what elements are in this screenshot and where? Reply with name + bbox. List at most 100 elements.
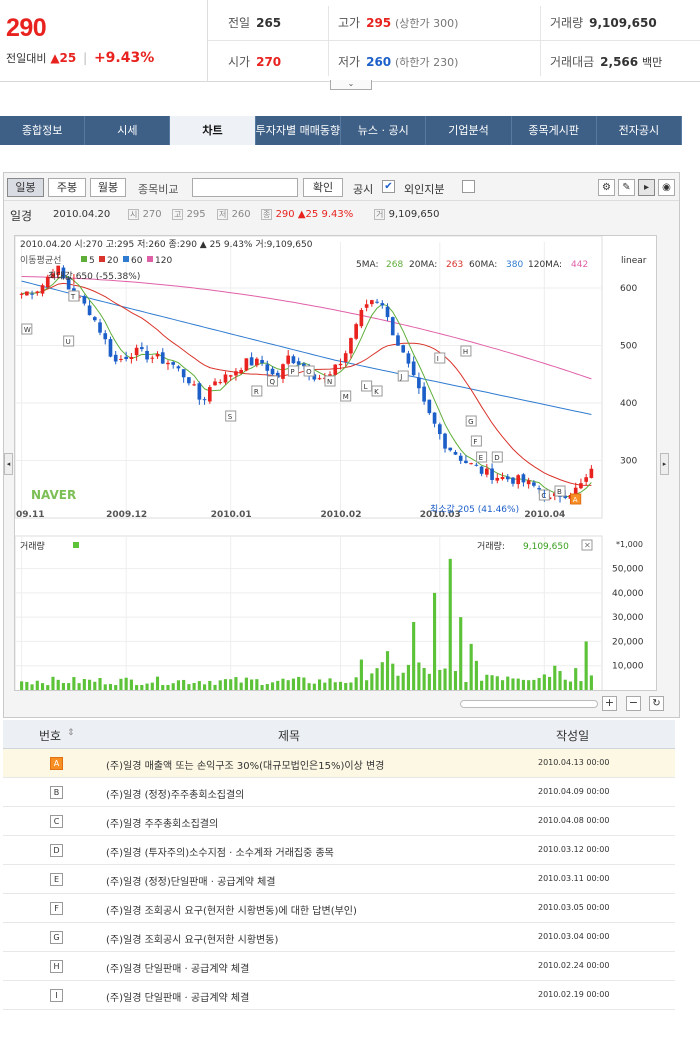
volume-bar	[108, 684, 113, 690]
notice-title[interactable]: (주)일경 (투자주의)소수지점 · 소수계좌 거래집중 종목	[106, 844, 334, 859]
volume-bar	[276, 680, 280, 690]
volume-bar	[464, 681, 468, 690]
notice-title[interactable]: (주)일경 매출액 또는 손익구조 30%(대규모법인은15%)이상 변경	[106, 757, 384, 772]
price-info-bar: 일경 2010.04.20 시 270 고 295 저 260 종 290 ▲2…	[4, 202, 679, 226]
notice-checkbox[interactable]: ✔	[382, 180, 395, 193]
candle	[485, 468, 489, 475]
notice-date: 2010.03.12 00:00	[538, 845, 610, 854]
candle	[422, 386, 426, 402]
scroll-left-button[interactable]: ◂	[4, 453, 13, 475]
zoom-in-button[interactable]: +	[602, 696, 617, 711]
scroll-right-button[interactable]: ▸	[660, 453, 669, 475]
volume-bar	[406, 664, 410, 690]
price-volume-chart[interactable]: WUTSRQP ONMLKJIHGFE DC BA 60050040030009.11…	[14, 235, 656, 693]
volume-bar	[563, 679, 567, 690]
volume-bar	[255, 679, 259, 690]
notice-title[interactable]: (주)일경 단일판매 · 공급계약 체결	[106, 960, 249, 975]
volume-bar	[323, 682, 327, 690]
header-date: 작성일	[556, 729, 590, 743]
volume-bar	[318, 679, 322, 690]
candle	[333, 364, 338, 375]
notice-title[interactable]: (주)일경 단일판매 · 공급계약 체결	[106, 989, 249, 1004]
settings-icon[interactable]: ⚙	[598, 179, 615, 196]
volume-bar	[574, 668, 578, 690]
period-weekly-button[interactable]: 주봉	[48, 178, 86, 197]
volume-bar	[270, 682, 275, 690]
volume-bar	[568, 681, 573, 690]
candle	[338, 363, 343, 366]
notice-title[interactable]: (주)일경 조회공시 요구(현저한 시황변동)에 대한 답변(부인)	[106, 902, 357, 917]
tab-7[interactable]: 전자공시	[597, 116, 682, 145]
compare-input[interactable]	[192, 178, 298, 197]
current-price: 290	[6, 14, 47, 42]
volume-bar	[412, 622, 416, 690]
volume-bar	[187, 684, 191, 690]
sort-icon[interactable]: ⇕	[67, 728, 75, 738]
cursor-icon[interactable]: ▸	[638, 179, 655, 196]
table-body: A (주)일경 매출액 또는 손익구조 30%(대규모법인은15%)이상 변경 20…	[3, 749, 675, 1022]
volume-bar	[35, 680, 39, 690]
quote-panel: 290 전일대비 ▲25 | +9.43% 전일 265 고가 295 (상한가 3…	[0, 0, 700, 82]
candle	[296, 361, 301, 365]
period-daily-button[interactable]: 일봉	[7, 178, 44, 197]
candle	[166, 362, 170, 365]
notice-marker: I	[437, 355, 439, 363]
candle	[202, 399, 207, 401]
expand-toggle-button[interactable]: ⌄	[330, 80, 372, 90]
foreign-checkbox[interactable]	[462, 180, 475, 193]
tab-0[interactable]: 종합정보	[0, 116, 86, 145]
x-tick: 2009.12	[106, 510, 147, 520]
notice-title[interactable]: (주)일경 (정정)단일판매 · 공급계약 체결	[106, 873, 276, 888]
volume-title: 거래량	[20, 540, 45, 552]
table-row[interactable]: D (주)일경 (투자주의)소수지점 · 소수계좌 거래집중 종목 2010.03.…	[3, 836, 675, 865]
tab-5[interactable]: 기업분석	[426, 116, 512, 145]
period-monthly-button[interactable]: 월봉	[90, 178, 126, 197]
notice-title[interactable]: (주)일경 (정정)주주총회소집결의	[106, 786, 244, 801]
notice-marker: E	[479, 454, 483, 462]
range-scrollbar[interactable]	[460, 700, 598, 708]
camera-icon[interactable]: ◉	[658, 179, 675, 196]
candle	[443, 433, 447, 449]
change-percent: +9.43%	[93, 50, 155, 66]
table-row[interactable]: G (주)일경 조회공시 요구(현저한 시황변동) 2010.03.04 00:00	[3, 923, 675, 952]
candle	[98, 322, 102, 333]
volume-bar	[500, 680, 505, 690]
volume-bar	[537, 678, 541, 690]
tab-2[interactable]: 차트	[170, 116, 256, 145]
candle	[359, 309, 364, 327]
table-row[interactable]: I (주)일경 단일판매 · 공급계약 체결 2010.02.19 00:00	[3, 981, 675, 1010]
pencil-icon[interactable]: ✎	[618, 179, 635, 196]
zoom-out-button[interactable]: −	[626, 696, 641, 711]
volume-bar	[333, 682, 337, 690]
notice-title[interactable]: (주)일경 주주총회소집결의	[106, 815, 218, 830]
tab-3[interactable]: 투자자별 매매동향	[256, 116, 342, 145]
notice-title[interactable]: (주)일경 조회공시 요구(현저한 시황변동)	[106, 931, 278, 946]
candle	[30, 293, 34, 295]
table-row[interactable]: E (주)일경 (정정)단일판매 · 공급계약 체결 2010.03.11 00:0…	[3, 865, 675, 894]
table-row[interactable]: C (주)일경 주주총회소집결의 2010.04.08 00:00	[3, 807, 675, 836]
candle	[25, 291, 29, 296]
table-row[interactable]: H (주)일경 단일판매 · 공급계약 체결 2010.02.24 00:00	[3, 952, 675, 981]
volume-bar	[250, 679, 254, 690]
table-row[interactable]: A (주)일경 매출액 또는 손익구조 30%(대규모법인은15%)이상 변경 20…	[3, 749, 675, 778]
refresh-icon[interactable]: ↻	[649, 696, 664, 711]
change-value: 25	[59, 51, 77, 65]
tab-1[interactable]: 시세	[85, 116, 171, 145]
table-row[interactable]: B (주)일경 (정정)주주총회소집결의 2010.04.09 00:00	[3, 778, 675, 807]
volume-bar	[506, 676, 510, 690]
ma120-legend-swatch	[147, 256, 153, 262]
notice-marker: S	[228, 413, 233, 421]
tab-4[interactable]: 뉴스 · 공시	[341, 116, 427, 145]
table-row[interactable]: F (주)일경 조회공시 요구(현저한 시황변동)에 대한 답변(부인) 2010.…	[3, 894, 675, 923]
tab-6[interactable]: 종목게시판	[512, 116, 597, 145]
confirm-button[interactable]: 확인	[303, 178, 343, 197]
candle	[354, 324, 358, 339]
header-no[interactable]: 번호	[39, 727, 61, 744]
notice-date: 2010.04.08 00:00	[538, 816, 610, 825]
candle	[573, 487, 578, 495]
candle	[511, 477, 515, 484]
chart-canvas[interactable]: WUTSRQPONMLKJIHGFEDCBA 600 500 400 300 09.11…	[14, 235, 657, 693]
close-icon[interactable]: ✕	[584, 541, 591, 550]
candle	[589, 468, 594, 478]
volume-bar	[161, 685, 165, 690]
